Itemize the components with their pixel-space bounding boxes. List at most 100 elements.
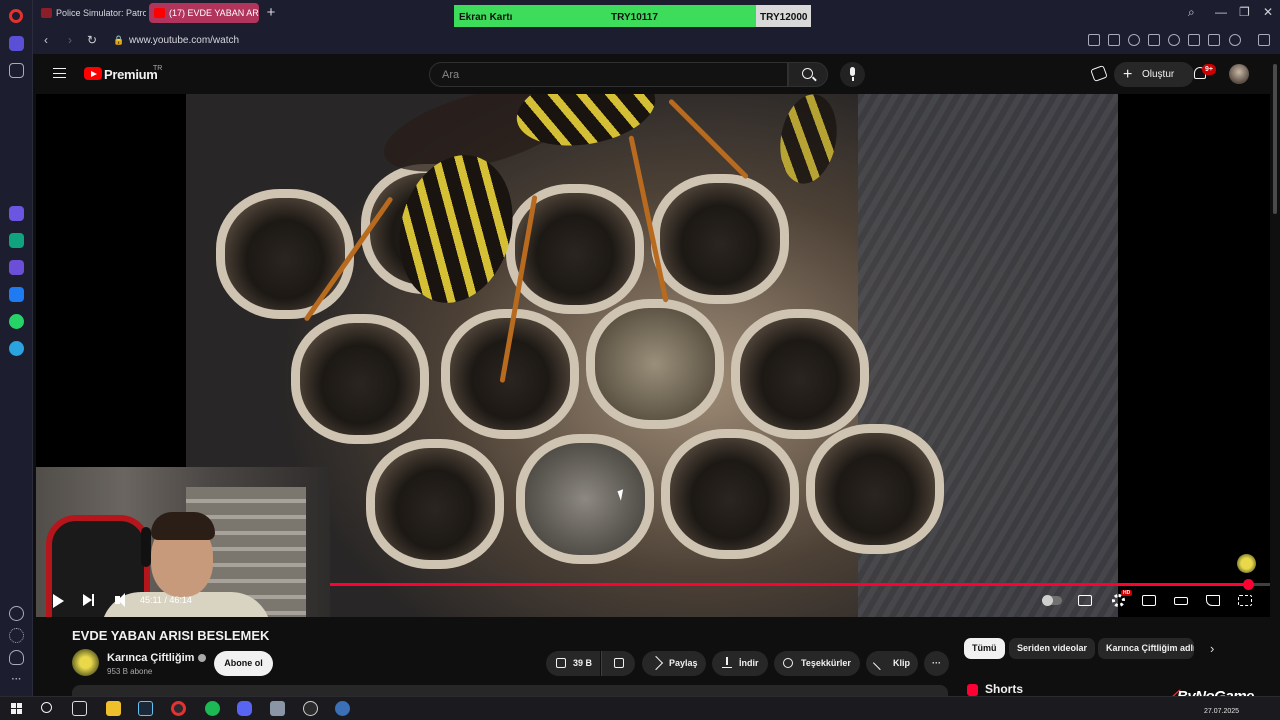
clip-label: Klip <box>893 658 910 668</box>
cast-icon[interactable] <box>1206 595 1220 606</box>
channel-avatar[interactable] <box>72 649 99 676</box>
tips-icon[interactable] <box>9 650 24 665</box>
browser-search-icon[interactable]: ⌕ <box>1188 5 1195 20</box>
spotify-icon[interactable] <box>205 701 220 716</box>
volume-icon[interactable] <box>115 593 125 607</box>
obs-icon[interactable] <box>303 701 318 716</box>
new-tab-button[interactable]: + <box>262 4 280 22</box>
miniplayer-icon[interactable] <box>1142 595 1156 606</box>
messenger-icon[interactable] <box>9 287 24 302</box>
next-icon[interactable] <box>83 594 94 606</box>
file-explorer-icon[interactable] <box>106 701 121 716</box>
extensions-icon[interactable] <box>1258 34 1270 46</box>
chatgpt-icon[interactable] <box>9 233 24 248</box>
chip-all[interactable]: Tümü <box>964 638 1005 659</box>
edit-icon[interactable] <box>1088 34 1100 46</box>
minimize-button[interactable]: — <box>1215 5 1227 19</box>
notification-count: 9+ <box>1202 64 1216 75</box>
channel-watermark-icon[interactable] <box>1237 554 1256 573</box>
opera-taskbar-icon[interactable] <box>171 701 186 716</box>
windows-start-icon[interactable] <box>11 703 22 714</box>
fullscreen-icon[interactable] <box>1238 595 1252 606</box>
progress-scrubber[interactable] <box>1243 579 1255 590</box>
maximize-button[interactable]: ❐ <box>1239 5 1250 19</box>
account-avatar[interactable] <box>1229 64 1249 84</box>
nest-cell <box>216 189 354 319</box>
tab-police-simulator[interactable]: Police Simulator: Patrol Of <box>36 3 146 23</box>
autoplay-toggle[interactable] <box>1042 595 1062 606</box>
aria-icon[interactable] <box>9 206 24 221</box>
reload-button[interactable]: ↻ <box>85 33 99 47</box>
thanks-button[interactable]: Teşekkürler <box>774 651 860 676</box>
address-bar[interactable]: 🔒 www.youtube.com/watch <box>109 31 1229 50</box>
theater-mode-icon[interactable] <box>1174 597 1188 605</box>
vpn-icon[interactable] <box>1128 34 1140 46</box>
progress-bar[interactable] <box>330 579 1270 590</box>
subscribe-button[interactable]: Abone ol <box>214 651 273 676</box>
more-icon[interactable]: ··· <box>9 672 24 687</box>
settings-icon[interactable] <box>9 628 24 643</box>
discord-icon[interactable] <box>237 701 252 716</box>
profile-icon[interactable] <box>1229 34 1241 46</box>
subtitles-icon[interactable] <box>1078 595 1092 606</box>
heart-icon[interactable] <box>1168 34 1180 46</box>
opera-logo-icon[interactable] <box>9 9 23 23</box>
chip-channel-videos[interactable]: Karınca Çiftliğim adlı <box>1098 638 1194 659</box>
channel-name-link[interactable]: Karınca Çiftliğim <box>107 652 207 664</box>
scrollbar-thumb[interactable] <box>1273 64 1277 214</box>
progress-bar-fill <box>330 583 1249 586</box>
close-button[interactable]: ✕ <box>1263 5 1273 19</box>
youtube-header: Premium TR + Oluştur 9+ <box>36 54 1270 94</box>
time-current: 45:11 <box>140 595 162 605</box>
page-scrollbar[interactable] <box>1270 54 1280 696</box>
time-display: 45:11 / 46:14 <box>140 595 192 605</box>
star-icon[interactable] <box>9 63 24 78</box>
search-box <box>429 62 788 87</box>
chevron-right-icon[interactable]: › <box>1210 641 1214 656</box>
history-icon[interactable] <box>9 606 24 621</box>
youtube-logo-icon[interactable] <box>84 67 102 80</box>
video-player[interactable]: 45:11 / 46:14 HD <box>36 94 1270 617</box>
more-actions-button[interactable]: ··· <box>924 651 949 676</box>
download-button[interactable]: İndir <box>712 651 768 676</box>
menu-icon[interactable] <box>1208 34 1220 46</box>
voice-search-button[interactable] <box>840 62 865 87</box>
clip-button[interactable]: Klip <box>866 651 918 676</box>
create-button[interactable]: + Oluştur <box>1114 62 1194 87</box>
lock-icon: 🔒 <box>113 35 125 45</box>
dislike-button[interactable] <box>601 651 635 676</box>
nest-cell <box>366 439 504 569</box>
download-arrow-icon <box>722 657 732 668</box>
shorts-heading: Shorts <box>985 682 1024 696</box>
description-box[interactable] <box>72 685 948 696</box>
headset-icon <box>141 527 151 567</box>
app-icon[interactable] <box>270 701 285 716</box>
search-button[interactable] <box>788 62 828 87</box>
share-arrow-icon <box>648 655 664 671</box>
download-icon[interactable] <box>1188 34 1200 46</box>
steam-icon[interactable] <box>138 701 153 716</box>
chip-series-videos[interactable]: Seriden videolar <box>1009 638 1096 659</box>
player-icon[interactable] <box>1148 34 1160 46</box>
task-view-icon[interactable] <box>72 701 87 716</box>
address-bar-row: ‹ › ↻ 🔒 www.youtube.com/watch <box>33 27 1280 54</box>
home-icon[interactable] <box>9 36 24 51</box>
back-button[interactable]: ‹ <box>39 33 53 47</box>
thumbs-up-icon <box>556 658 566 668</box>
price-current: TRY10117 <box>611 12 658 23</box>
games-icon[interactable] <box>1090 64 1108 83</box>
search-input[interactable] <box>430 63 787 86</box>
youtube-premium-label[interactable]: Premium <box>104 67 158 82</box>
taskbar-search-icon[interactable] <box>41 702 52 713</box>
tab-youtube-video[interactable]: (17) EVDE YABAN ARISI BE <box>149 3 259 23</box>
cs-icon[interactable] <box>9 260 24 275</box>
telegram-icon[interactable] <box>9 341 24 356</box>
camera-icon[interactable] <box>1108 34 1120 46</box>
app-icon-2[interactable] <box>335 701 350 716</box>
like-button[interactable]: 39 B <box>546 651 600 676</box>
hamburger-menu-icon[interactable] <box>53 68 66 78</box>
share-button[interactable]: Paylaş <box>642 651 706 676</box>
forward-button[interactable]: › <box>63 33 77 47</box>
whatsapp-icon[interactable] <box>9 314 24 329</box>
play-icon[interactable] <box>53 594 64 608</box>
